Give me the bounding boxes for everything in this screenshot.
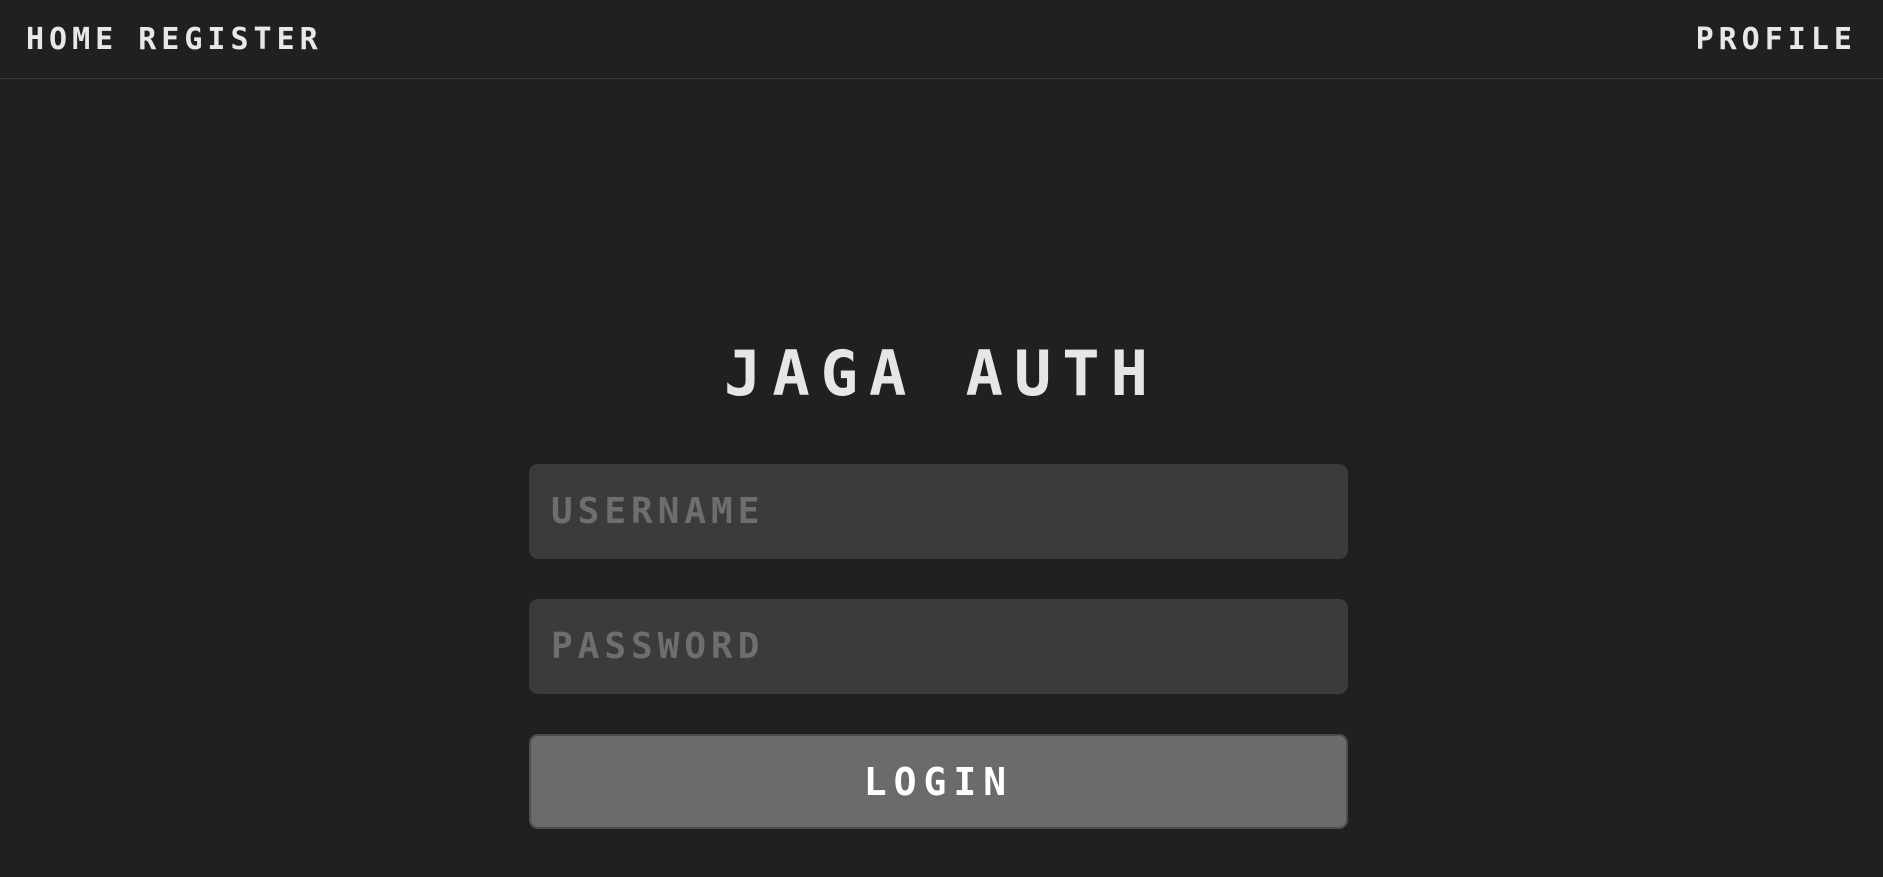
page-title: JAGA AUTH [724, 337, 1159, 410]
nav-link-home[interactable]: HOME [26, 22, 118, 58]
nav-left-links: HOME REGISTER [26, 22, 323, 58]
nav-link-profile[interactable]: PROFILE [1696, 22, 1857, 58]
nav-link-register[interactable]: REGISTER [138, 22, 323, 58]
nav-right-links: PROFILE [1696, 22, 1857, 58]
username-input[interactable] [529, 464, 1348, 559]
top-navbar: HOME REGISTER PROFILE [0, 0, 1883, 79]
password-input[interactable] [529, 599, 1348, 694]
login-button[interactable]: LOGIN [529, 734, 1348, 829]
